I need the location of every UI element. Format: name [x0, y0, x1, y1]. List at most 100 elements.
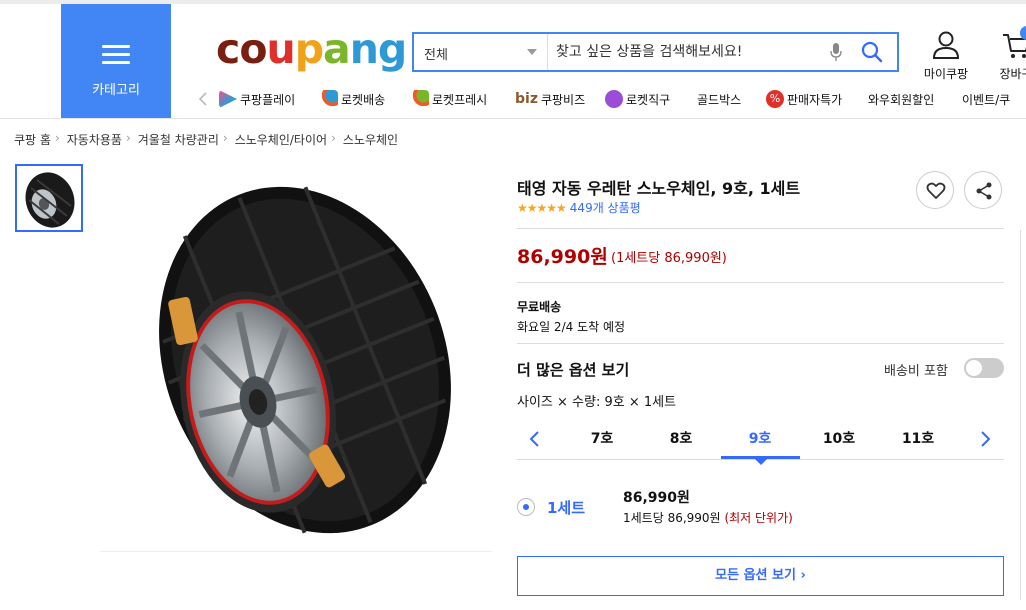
search-icon[interactable] [861, 41, 883, 63]
option-unit-text: 1세트당 86,990원 [623, 511, 721, 525]
quicknav-coupang-play[interactable]: 쿠팡플레이 [219, 89, 295, 109]
breadcrumb-separator: › [54, 131, 60, 145]
cart-label: 장바구 [999, 67, 1026, 81]
logo-letter: a [323, 25, 351, 73]
chevron-left-icon[interactable] [527, 430, 541, 448]
breadcrumb: 쿠팡 홈 › 자동차용품 › 겨울철 차량관리 › 스노우체인/타이어 › 스노우체인 [14, 131, 402, 148]
more-options-heading: 더 많은 옵션 보기 [517, 361, 630, 379]
title-divider [517, 228, 1004, 229]
quicknav-label: 로켓배송 [341, 92, 386, 107]
quicknav-label: 이벤트/쿠 [962, 92, 1011, 107]
view-all-options-button[interactable]: 모든 옵션 보기 › [517, 556, 1004, 596]
logo-letter: n [349, 25, 379, 73]
logo-letter: g [377, 25, 407, 73]
chevron-down-icon [527, 49, 537, 55]
rocket-icon [320, 90, 338, 108]
breadcrumb-separator: › [331, 131, 336, 145]
toggle-knob [966, 360, 982, 376]
microphone-icon[interactable] [830, 42, 842, 62]
quicknav-label: 판매자특가 [787, 92, 843, 107]
user-icon [932, 31, 960, 59]
biz-icon: biz [515, 91, 538, 107]
quicknav-label: 로켓직구 [626, 92, 671, 107]
breadcrumb-separator: › [222, 131, 228, 145]
logo-letter: u [266, 25, 295, 73]
menu-icon [102, 45, 130, 69]
quicknav-rocket-global[interactable]: 로켓직구 [605, 89, 670, 109]
shipping-title: 무료배송 [517, 300, 562, 314]
unit-price: (1세트당 86,990원) [611, 251, 727, 266]
quicknav-event[interactable]: 이벤트/쿠 [962, 89, 1010, 109]
quicknav-goldbox[interactable]: 골드박스 [697, 89, 741, 109]
size-tab-11[interactable]: 11호 [879, 428, 957, 448]
search-scope-label: 전체 [424, 48, 448, 63]
breadcrumb-item[interactable]: 스노우체인/타이어 [235, 131, 327, 148]
quicknav-wow-discount[interactable]: 와우회원할인 [868, 89, 934, 109]
lowest-unit-badge: (최저 단위가) [724, 511, 793, 525]
product-thumbnail[interactable] [15, 164, 83, 232]
quicknav-rocket-delivery[interactable]: 로켓배송 [320, 89, 385, 109]
rating: ★★★★★ 449개 상품평 [517, 199, 641, 216]
gallery-divider [100, 551, 492, 552]
shipping-included-label: 배송비 포함 [884, 364, 948, 379]
size-tab-9[interactable]: 9호 [721, 428, 799, 448]
category-label: 카테고리 [92, 83, 140, 98]
rocket-fresh-icon [411, 90, 429, 108]
breadcrumb-item[interactable]: 스노우체인 [343, 131, 398, 148]
heart-icon [926, 182, 946, 199]
breadcrumb-separator: › [125, 131, 131, 145]
logo-letter: o [239, 25, 267, 73]
quicknav-label: 골드박스 [697, 92, 742, 107]
option-price: 86,990원 [623, 490, 690, 506]
breadcrumb-item[interactable]: 쿠팡 홈 [14, 131, 51, 148]
product-price: 86,990원 [517, 246, 608, 268]
quicknav-label: 쿠팡플레이 [240, 92, 296, 107]
quicknav-rocket-fresh[interactable]: 로켓프레시 [411, 89, 487, 109]
wishlist-button[interactable] [916, 171, 954, 209]
percent-icon: % [766, 90, 784, 108]
right-edge-border [1020, 230, 1021, 600]
breadcrumb-item[interactable]: 자동차용품 [67, 131, 122, 148]
size-tab-7[interactable]: 7호 [563, 428, 641, 448]
tire-thumbnail-image [25, 172, 75, 228]
delivery-date: 화요일 2/4 도착 예정 [517, 320, 626, 334]
breadcrumb-item[interactable]: 겨울철 차량관리 [138, 131, 219, 148]
header-divider [0, 118, 1026, 119]
review-count-link[interactable]: 449개 상품평 [570, 199, 641, 216]
size-tab-10[interactable]: 10호 [800, 428, 878, 448]
coupang-logo[interactable]: coupang [216, 25, 407, 73]
size-selector: 7호 8호 9호 10호 11호 [517, 420, 1004, 465]
my-coupang-button[interactable]: 마이쿠팡 [916, 30, 976, 82]
quantity-option-radio[interactable] [517, 498, 535, 516]
price-divider [517, 282, 1004, 283]
cart-button[interactable]: 장바구 [986, 30, 1026, 82]
rocket-global-icon [605, 90, 623, 108]
search-bar: 전체 [412, 32, 899, 72]
chevron-left-icon[interactable] [198, 92, 208, 106]
share-button[interactable] [964, 171, 1002, 209]
active-size-caret [755, 459, 767, 465]
quicknav-coupang-biz[interactable]: biz 쿠팡비즈 [515, 89, 585, 109]
category-button[interactable]: 카테고리 [61, 4, 171, 118]
chevron-right-icon[interactable] [979, 430, 993, 448]
star-rating: ★★★★★ [517, 200, 567, 215]
product-main-image[interactable] [120, 170, 480, 540]
share-icon [976, 182, 992, 200]
coupang-play-icon [219, 90, 237, 108]
option-summary: 사이즈 × 수량: 9호 × 1세트 [517, 395, 677, 410]
quicknav-seller-deal[interactable]: % 판매자특가 [766, 89, 842, 109]
quantity-option-label[interactable]: 1세트 [547, 497, 585, 518]
radio-selected-dot [523, 504, 529, 510]
logo-letter: c [216, 25, 240, 73]
search-input[interactable] [556, 39, 826, 65]
quicknav-label: 쿠팡비즈 [540, 92, 586, 107]
quicknav-label: 와우회원할인 [868, 92, 935, 107]
product-title: 태영 자동 우레탄 스노우체인, 9호, 1세트 [517, 179, 801, 198]
shipping-divider [517, 343, 1004, 344]
option-unit-price: 1세트당 86,990원 (최저 단위가) [623, 509, 793, 526]
shipping-included-toggle[interactable] [964, 358, 1004, 378]
logo-letter: p [294, 25, 324, 73]
quicknav-label: 로켓프레시 [432, 92, 488, 107]
size-tab-8[interactable]: 8호 [642, 428, 720, 448]
search-scope-select[interactable]: 전체 [414, 34, 548, 70]
